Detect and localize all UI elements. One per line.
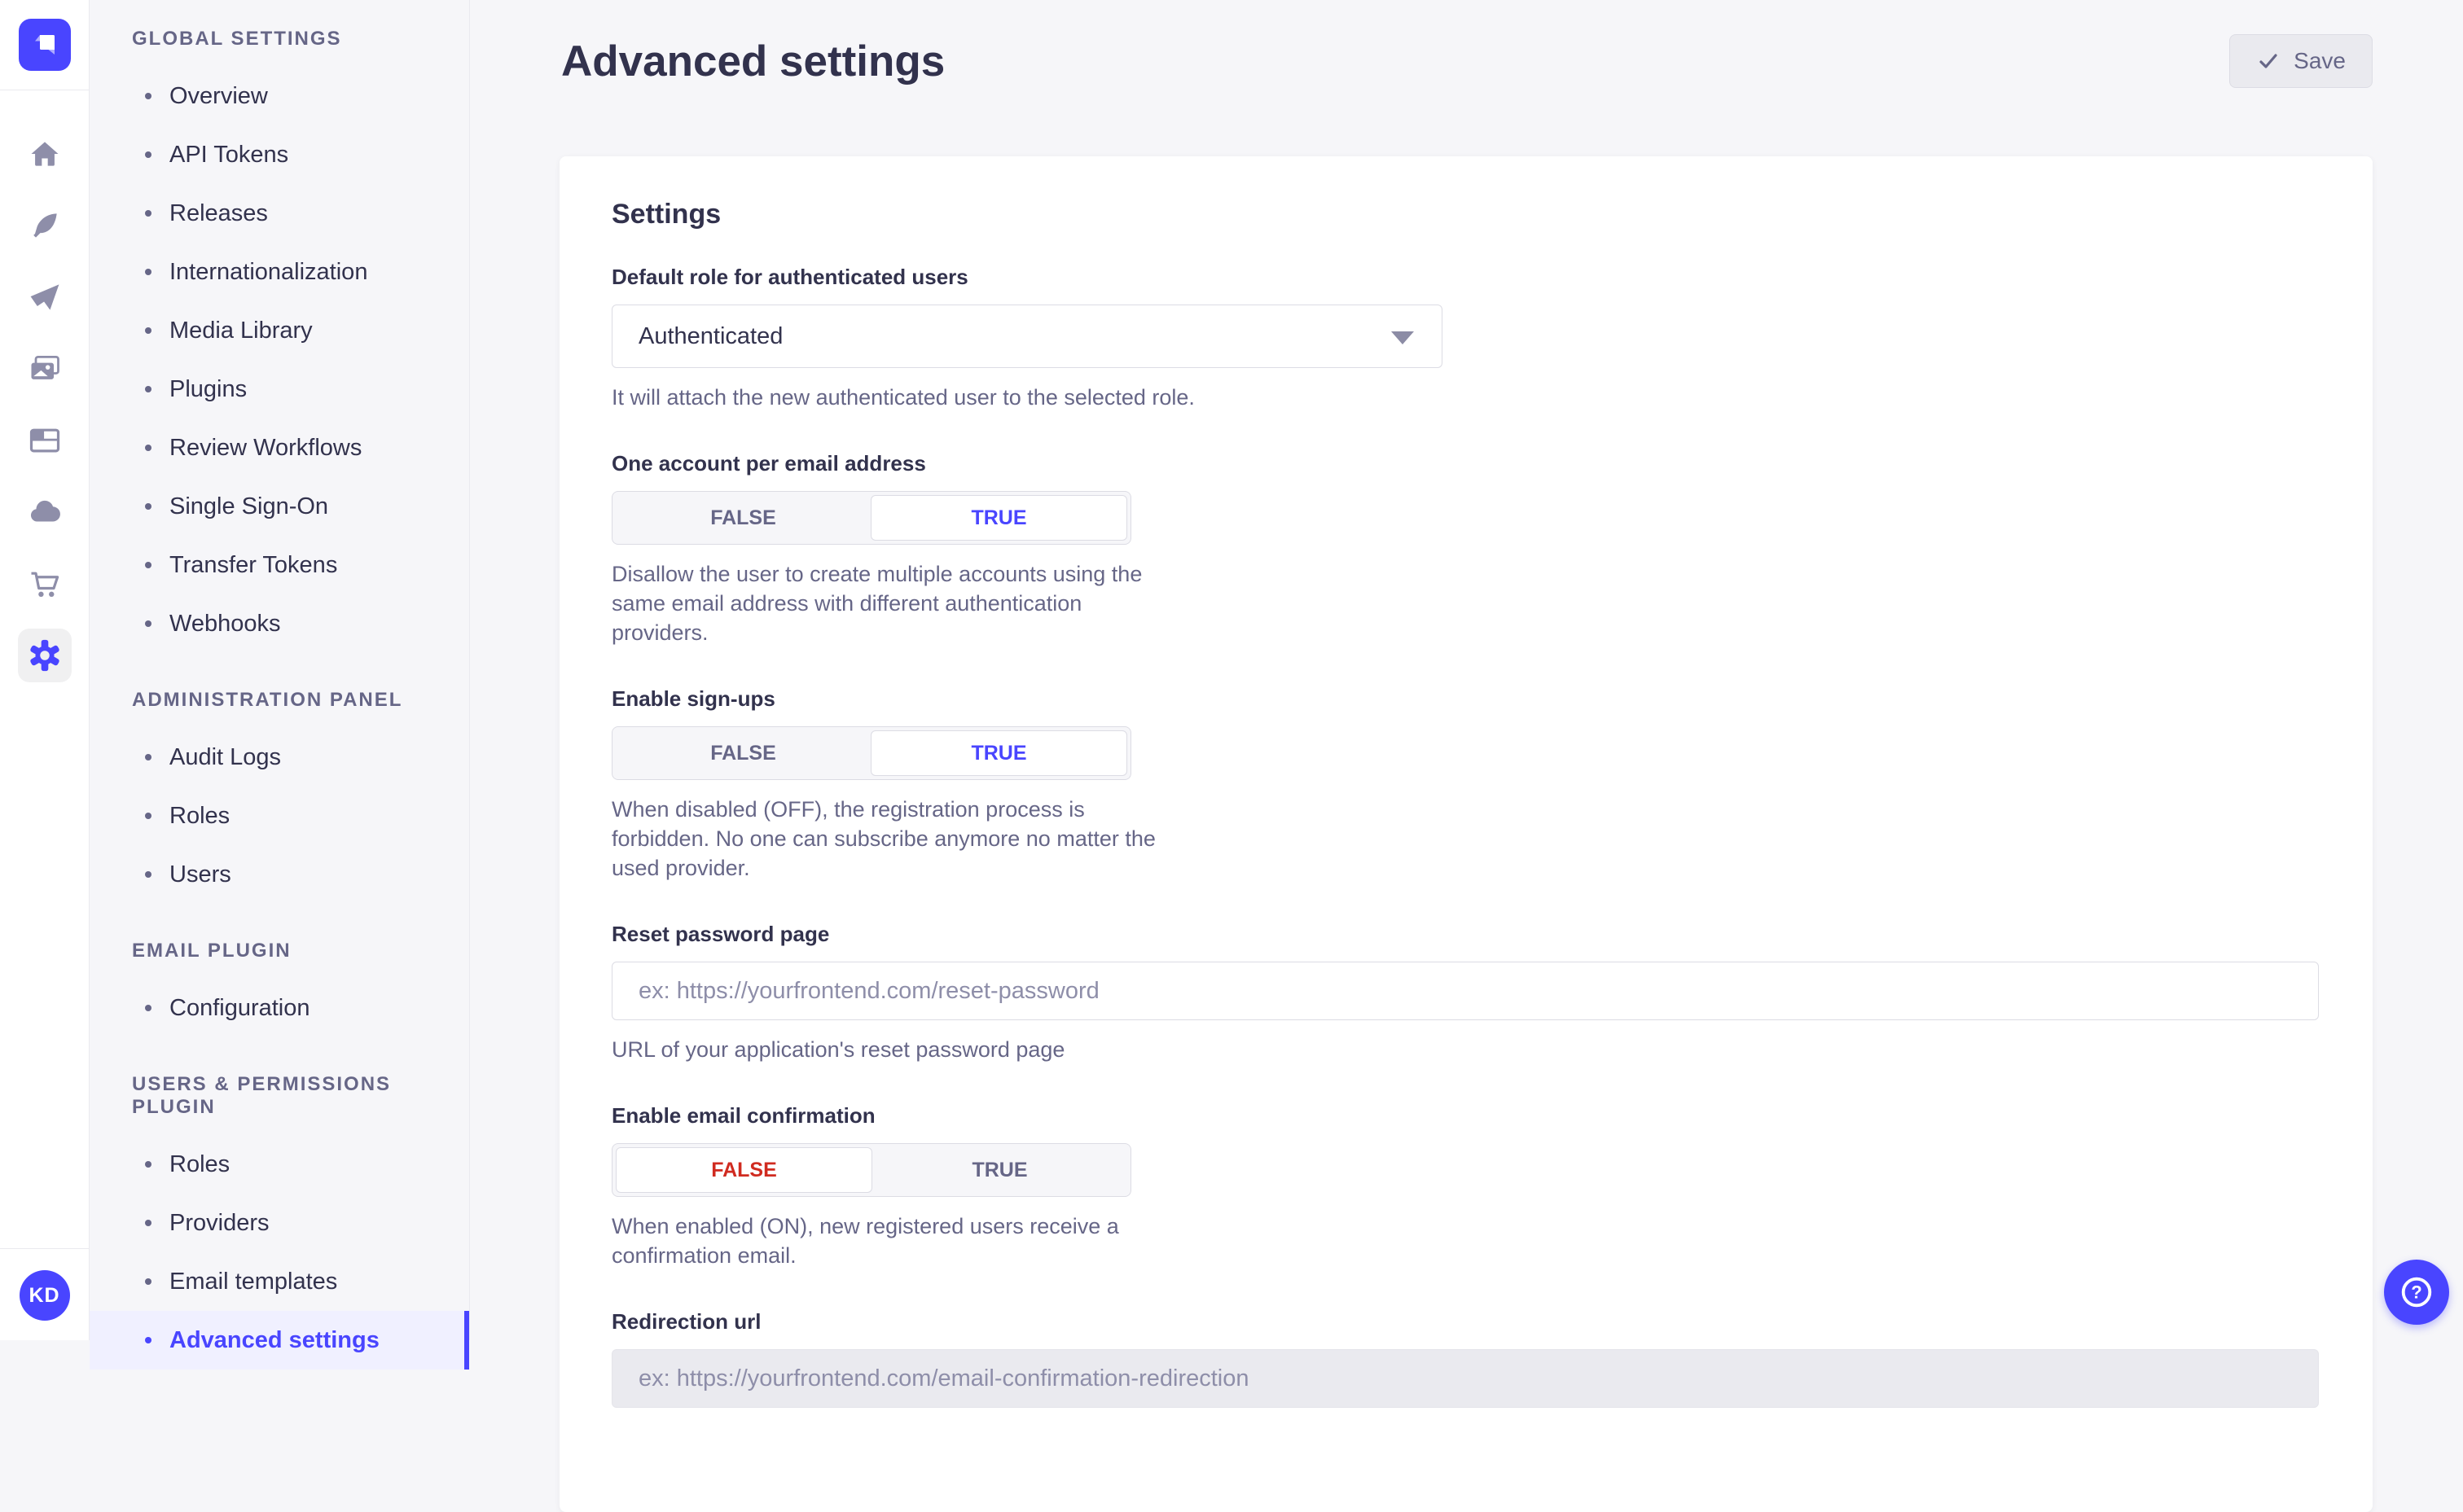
sidebar-item-audit-logs[interactable]: Audit Logs: [90, 728, 469, 787]
rail-footer: KD: [0, 1248, 89, 1340]
field-default-role: Default role for authenticated users Aut…: [612, 265, 2320, 412]
chevron-down-icon: [1391, 331, 1414, 344]
sidebar-item-single-sign-on[interactable]: Single Sign-On: [90, 477, 469, 536]
sidebar-item-admin-roles[interactable]: Roles: [90, 787, 469, 845]
section-header-global-settings: GLOBAL SETTINGS: [90, 28, 469, 50]
select-value: Authenticated: [639, 323, 783, 350]
field-reset-password: Reset password page URL of your applicat…: [612, 922, 2320, 1064]
field-description: Disallow the user to create multiple acc…: [612, 559, 1166, 647]
logo-container: [0, 0, 89, 90]
strapi-logo[interactable]: [19, 19, 71, 71]
field-one-account: One account per email address FALSE TRUE…: [612, 451, 2320, 647]
toggle-option-false[interactable]: FALSE: [616, 495, 871, 541]
field-description: When disabled (OFF), the registration pr…: [612, 795, 1166, 883]
toggle-option-true[interactable]: TRUE: [871, 730, 1127, 776]
sidebar-item-review-workflows[interactable]: Review Workflows: [90, 419, 469, 477]
settings-subnav: GLOBAL SETTINGS Overview API Tokens Rele…: [90, 0, 470, 1340]
reset-password-input[interactable]: [612, 962, 2319, 1020]
paper-plane-icon[interactable]: [9, 261, 81, 333]
bullet-dot: [145, 93, 151, 99]
field-label: Default role for authenticated users: [612, 265, 2320, 290]
gear-icon[interactable]: [18, 629, 72, 682]
bullet-dot: [145, 210, 151, 217]
bullet-dot: [145, 813, 151, 819]
field-description: When enabled (ON), new registered users …: [612, 1212, 1166, 1270]
bullet-dot: [145, 620, 151, 627]
bullet-dot: [145, 269, 151, 275]
field-label: Enable sign-ups: [612, 686, 2320, 712]
email-confirmation-toggle: FALSE TRUE: [612, 1143, 1131, 1197]
field-sign-ups: Enable sign-ups FALSE TRUE When disabled…: [612, 686, 2320, 883]
bullet-dot: [145, 871, 151, 878]
bullet-dot: [145, 1005, 151, 1011]
cloud-icon[interactable]: [9, 476, 81, 548]
redirection-url-input: [612, 1349, 2319, 1408]
sign-ups-toggle: FALSE TRUE: [612, 726, 1131, 780]
home-icon[interactable]: [9, 118, 81, 190]
section-header-administration-panel: ADMINISTRATION PANEL: [90, 689, 469, 712]
one-account-toggle: FALSE TRUE: [612, 491, 1131, 545]
page-title: Advanced settings: [561, 36, 2373, 88]
bullet-dot: [145, 503, 151, 510]
save-button[interactable]: Save: [2229, 34, 2373, 88]
sidebar-item-admin-users[interactable]: Users: [90, 845, 469, 904]
card-heading: Settings: [612, 199, 2320, 230]
toggle-option-true[interactable]: TRUE: [872, 1147, 1127, 1193]
sidebar-item-releases[interactable]: Releases: [90, 184, 469, 243]
sidebar-item-up-roles[interactable]: Roles: [90, 1135, 469, 1194]
bullet-dot: [145, 327, 151, 334]
toggle-option-true[interactable]: TRUE: [871, 495, 1127, 541]
check-icon: [2256, 49, 2281, 73]
cart-icon[interactable]: [9, 548, 81, 620]
avatar[interactable]: KD: [20, 1270, 70, 1321]
sidebar-item-providers[interactable]: Providers: [90, 1194, 469, 1252]
strapi-logo-glyph: [30, 30, 59, 59]
sidebar-item-transfer-tokens[interactable]: Transfer Tokens: [90, 536, 469, 594]
bullet-dot: [145, 1220, 151, 1226]
toggle-option-false[interactable]: FALSE: [616, 1147, 872, 1193]
layout-icon[interactable]: [9, 405, 81, 476]
settings-card: Settings Default role for authenticated …: [560, 156, 2373, 1512]
page-header: Advanced settings Save: [470, 0, 2463, 88]
bullet-dot: [145, 562, 151, 568]
svg-text:?: ?: [2411, 1282, 2421, 1303]
media-icon[interactable]: [9, 333, 81, 405]
bullet-dot: [145, 1337, 151, 1343]
section-header-email-plugin: EMAIL PLUGIN: [90, 940, 469, 962]
field-label: Redirection url: [612, 1309, 2320, 1335]
bullet-dot: [145, 445, 151, 451]
field-redirection-url: Redirection url: [612, 1309, 2320, 1408]
rail-icon-list: [0, 90, 89, 691]
field-label: One account per email address: [612, 451, 2320, 476]
sidebar-item-media-library[interactable]: Media Library: [90, 301, 469, 360]
main-content: Advanced settings Save Settings Default …: [470, 0, 2463, 1340]
sidebar-item-email-templates[interactable]: Email templates: [90, 1252, 469, 1311]
bullet-dot: [145, 386, 151, 392]
question-mark-icon: ?: [2398, 1273, 2435, 1311]
sidebar-item-internationalization[interactable]: Internationalization: [90, 243, 469, 301]
field-label: Reset password page: [612, 922, 2320, 947]
sidebar-item-plugins[interactable]: Plugins: [90, 360, 469, 419]
feather-icon[interactable]: [9, 190, 81, 261]
field-email-confirmation: Enable email confirmation FALSE TRUE Whe…: [612, 1103, 2320, 1270]
icon-rail: KD: [0, 0, 90, 1340]
bullet-dot: [145, 1278, 151, 1285]
sidebar-item-overview[interactable]: Overview: [90, 67, 469, 125]
toggle-option-false[interactable]: FALSE: [616, 730, 871, 776]
bullet-dot: [145, 151, 151, 158]
section-header-users-permissions-plugin: USERS & PERMISSIONS PLUGIN: [90, 1073, 469, 1119]
field-label: Enable email confirmation: [612, 1103, 2320, 1129]
field-helper: It will attach the new authenticated use…: [612, 383, 2320, 412]
sidebar-item-email-configuration[interactable]: Configuration: [90, 979, 469, 1037]
sidebar-item-advanced-settings[interactable]: Advanced settings: [90, 1311, 469, 1370]
field-helper: URL of your application's reset password…: [612, 1035, 2320, 1064]
default-role-select[interactable]: Authenticated: [612, 305, 1442, 368]
bullet-dot: [145, 754, 151, 760]
sidebar-item-api-tokens[interactable]: API Tokens: [90, 125, 469, 184]
help-button[interactable]: ?: [2384, 1260, 2449, 1325]
sidebar-item-webhooks[interactable]: Webhooks: [90, 594, 469, 653]
bullet-dot: [145, 1161, 151, 1168]
